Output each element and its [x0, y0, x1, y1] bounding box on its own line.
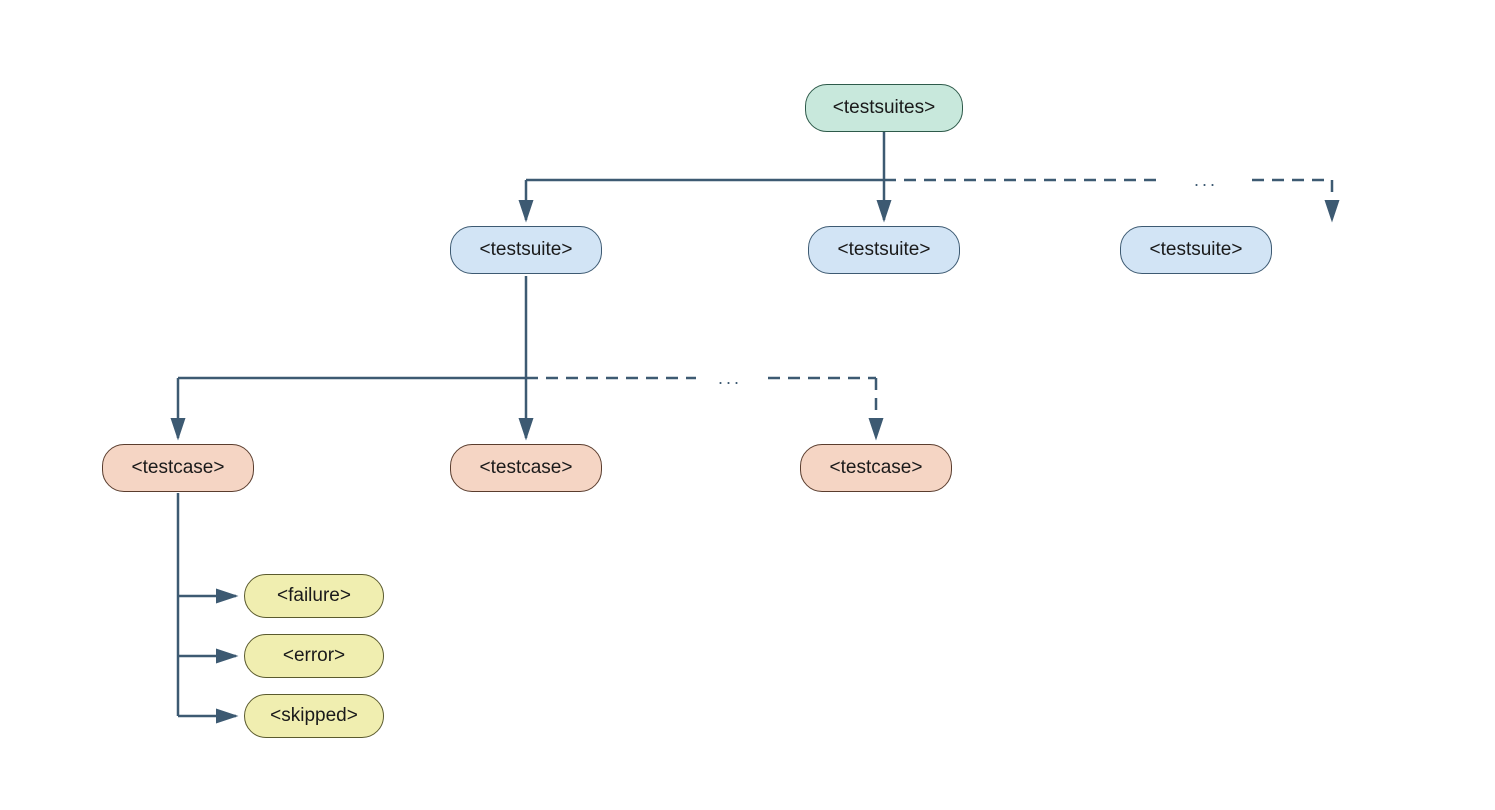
ellipsis-suites: ...: [1194, 170, 1218, 191]
label: <testcase>: [480, 457, 573, 479]
node-error: <error>: [244, 634, 384, 678]
label: <skipped>: [270, 705, 358, 727]
node-testcase-2: <testcase>: [450, 444, 602, 492]
label: <testsuite>: [1150, 239, 1243, 261]
connector-layer: [0, 0, 1495, 810]
node-testsuites: <testsuites>: [805, 84, 963, 132]
node-testsuite-1: <testsuite>: [450, 226, 602, 274]
label: <testcase>: [830, 457, 923, 479]
label: <testsuite>: [838, 239, 931, 261]
node-testcase-3: <testcase>: [800, 444, 952, 492]
label: <testsuites>: [833, 97, 935, 119]
node-testcase-1: <testcase>: [102, 444, 254, 492]
node-failure: <failure>: [244, 574, 384, 618]
node-skipped: <skipped>: [244, 694, 384, 738]
node-testsuite-2: <testsuite>: [808, 226, 960, 274]
ellipsis-cases: ...: [718, 368, 742, 389]
label: <testcase>: [132, 457, 225, 479]
label: <failure>: [277, 585, 351, 607]
label: <error>: [283, 645, 345, 667]
node-testsuite-3: <testsuite>: [1120, 226, 1272, 274]
label: <testsuite>: [480, 239, 573, 261]
